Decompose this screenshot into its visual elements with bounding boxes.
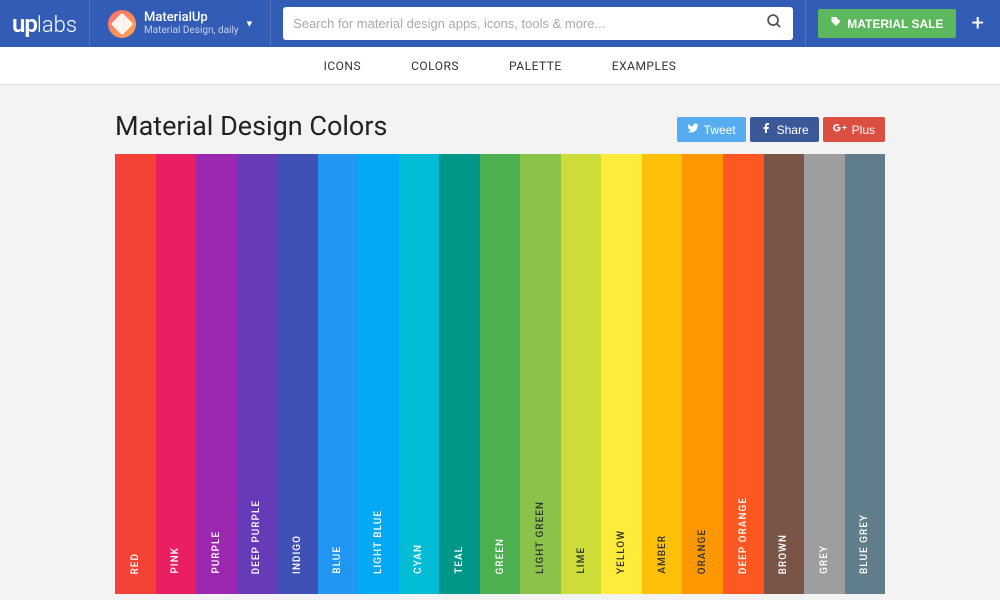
swatches: RED PINK PURPLE DEEP PURPLE INDIGO BLUE LIGHT … [115,154,885,594]
swatch-label: LIME [576,547,587,574]
content: Material Design Colors Tweet Share Plus … [0,85,1000,594]
subnav-examples[interactable]: EXAMPLES [612,59,677,73]
swatch-grey[interactable]: GREY [804,154,845,594]
swatch-deep-purple[interactable]: DEEP PURPLE [237,154,278,594]
brand-subtitle: Material Design, daily [144,25,239,36]
logo-labs: labs [37,13,77,38]
swatch-amber[interactable]: AMBER [642,154,683,594]
swatch-pink[interactable]: PINK [156,154,197,594]
swatch-lime[interactable]: LIME [561,154,602,594]
subnav-colors[interactable]: COLORS [411,59,459,73]
swatch-light-blue[interactable]: LIGHT BLUE [358,154,399,594]
swatch-label: BLUE GREY [859,514,870,574]
share-label: Share [777,123,809,137]
swatch-indigo[interactable]: INDIGO [277,154,318,594]
swatch-green[interactable]: GREEN [480,154,521,594]
swatch-red[interactable]: RED [115,154,156,594]
swatch-orange[interactable]: ORANGE [682,154,723,594]
sale-label: MATERIAL SALE [847,17,943,31]
swatch-label: LIGHT BLUE [373,510,384,574]
swatch-label: DEEP ORANGE [738,497,749,574]
swatch-label: YELLOW [616,530,627,574]
swatch-brown[interactable]: BROWN [764,154,805,594]
search-input[interactable] [293,16,766,31]
topbar: uplabs MaterialUp Material Design, daily… [0,0,1000,47]
gplus-icon [833,122,847,137]
swatch-deep-orange[interactable]: DEEP ORANGE [723,154,764,594]
swatch-label: CYAN [413,544,424,574]
search-box[interactable] [283,7,793,40]
swatch-label: PURPLE [211,531,222,574]
tweet-label: Tweet [704,123,736,137]
swatch-teal[interactable]: TEAL [439,154,480,594]
logo[interactable]: uplabs [12,10,77,38]
gplus-label: Plus [852,123,875,137]
divider [805,0,806,47]
swatch-blue-grey[interactable]: BLUE GREY [845,154,886,594]
brand-text: MaterialUp Material Design, daily [144,11,239,36]
swatch-light-green[interactable]: LIGHT GREEN [520,154,561,594]
swatch-label: BROWN [778,534,789,574]
chevron-down-icon: ▾ [247,17,253,30]
swatch-label: DEEP PURPLE [251,500,262,574]
logo-up: up [12,10,37,38]
subnav-icons[interactable]: ICONS [324,59,362,73]
swatch-label: RED [130,553,141,574]
swatch-label: ORANGE [697,529,708,574]
tag-icon [830,16,842,31]
swatch-label: AMBER [657,535,668,574]
brand-dropdown[interactable]: MaterialUp Material Design, daily ▾ [102,6,258,42]
swatch-label: PINK [170,547,181,574]
tweet-button[interactable]: Tweet [677,117,746,142]
divider [89,0,90,47]
share-button[interactable]: Share [750,117,819,142]
swatch-label: INDIGO [292,535,303,574]
facebook-icon [760,122,772,137]
swatch-label: GREEN [495,538,506,575]
subnav: ICONS COLORS PALETTE EXAMPLES [0,47,1000,85]
share-buttons: Tweet Share Plus [677,117,885,142]
swatch-label: BLUE [332,546,343,574]
swatch-cyan[interactable]: CYAN [399,154,440,594]
search-wrap [283,7,793,40]
page-header: Material Design Colors Tweet Share Plus [115,110,885,142]
search-icon[interactable] [766,13,783,35]
swatch-purple[interactable]: PURPLE [196,154,237,594]
twitter-icon [687,122,699,137]
swatch-yellow[interactable]: YELLOW [601,154,642,594]
brand-title: MaterialUp [144,11,239,25]
gplus-button[interactable]: Plus [823,117,885,142]
add-button[interactable]: + [968,11,988,36]
swatch-label: GREY [819,545,830,574]
material-sale-button[interactable]: MATERIAL SALE [818,9,955,38]
page-title: Material Design Colors [115,110,387,142]
subnav-palette[interactable]: PALETTE [509,59,562,73]
divider [270,0,271,47]
swatch-label: TEAL [454,546,465,574]
swatch-blue[interactable]: BLUE [318,154,359,594]
brand-icon [108,10,136,38]
swatch-label: LIGHT GREEN [535,501,546,574]
